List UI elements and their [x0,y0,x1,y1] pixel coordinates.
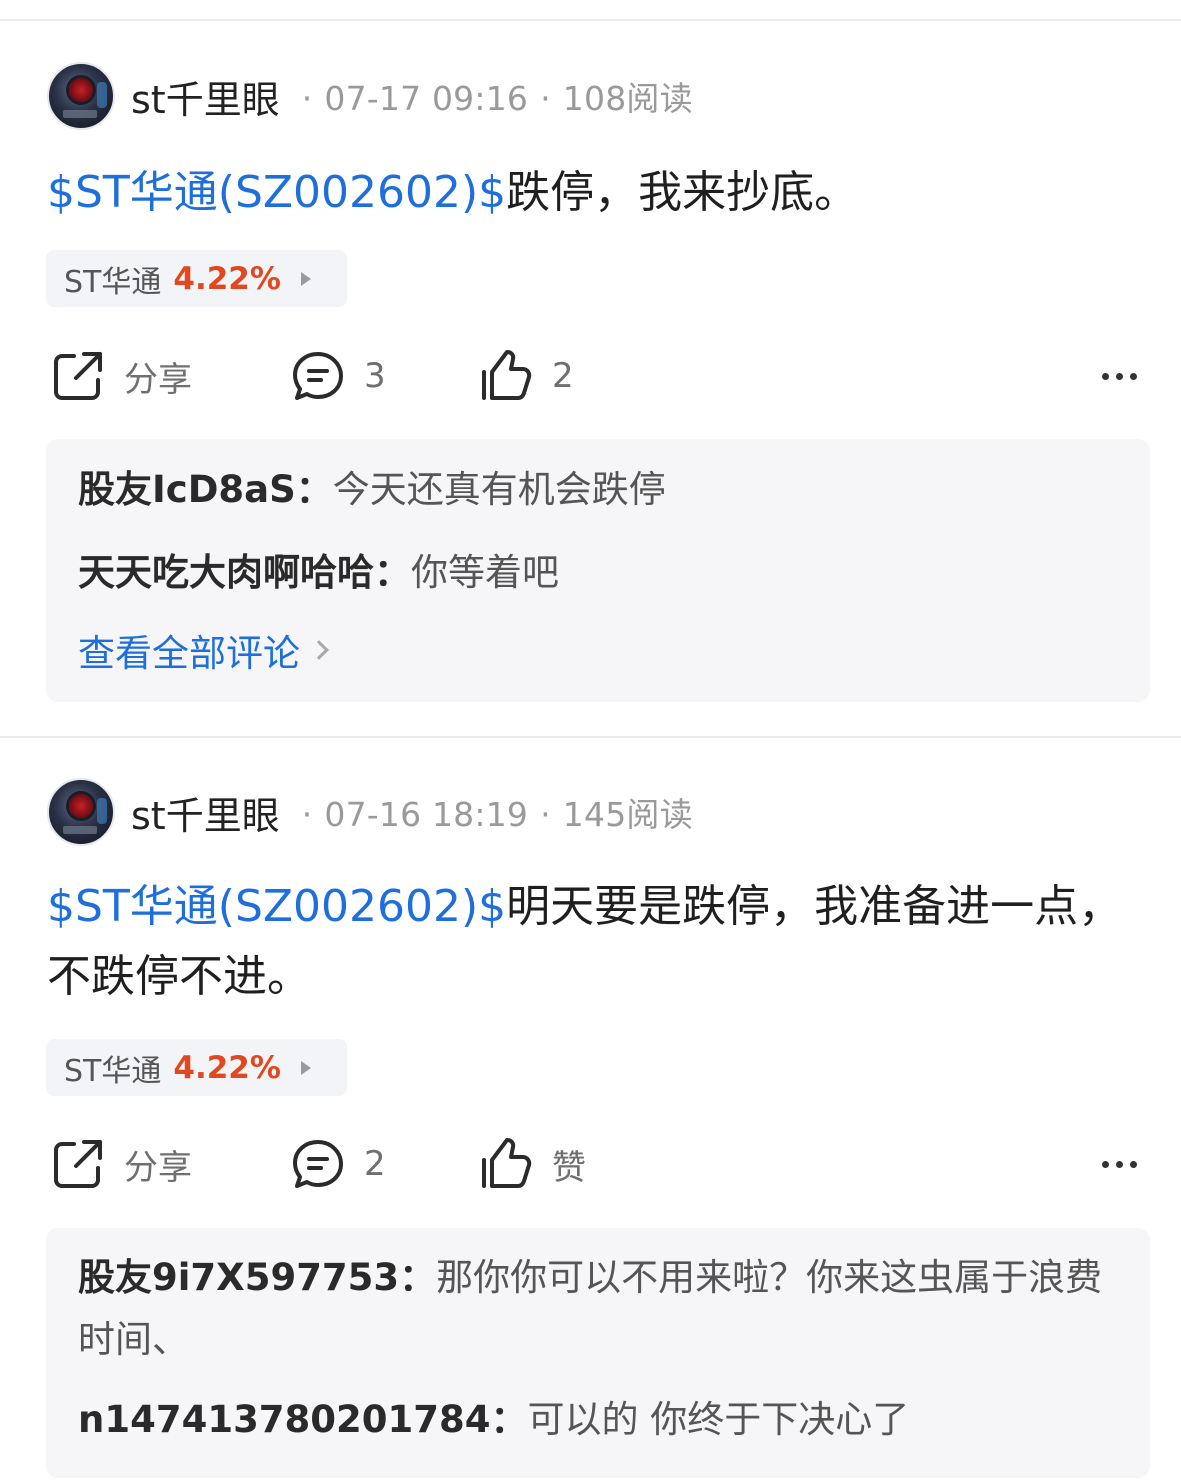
comment-user[interactable]: 股友9i7X597753 [78,1256,399,1299]
comment-count: 2 [364,1144,386,1184]
share-icon [54,352,102,400]
share-button[interactable]: 分享 [50,346,192,406]
avatar[interactable] [47,62,115,130]
post-time: 07-17 09:16 [324,79,529,118]
comment-text: 可以的 你终于下决心了 [527,1398,910,1441]
view-all-comments-link[interactable]: 查看全部评论 [78,623,1118,677]
author-name[interactable]: st千里眼 [131,69,280,124]
share-icon [54,1140,102,1188]
stock-chip[interactable]: ST华通 4.22% [46,1039,347,1096]
comment-button[interactable]: 2 [290,1134,386,1194]
author-name[interactable]: st千里眼 [131,785,280,840]
comment-item: 股友IcD8aS：今天还真有机会跌停 [78,468,666,511]
post-divider [0,736,1181,738]
comment-item: 天天吃大肉啊哈哈：你等着吧 [78,551,559,594]
like-icon [482,1138,532,1188]
comment-item: n147413780201784：可以的 你终于下决心了 [78,1398,910,1441]
post-text: 跌停，我来抄底。 [506,167,859,218]
stock-chip-change: 4.22% [173,1049,281,1086]
more-icon[interactable] [1102,346,1137,406]
comment-item: 股友9i7X597753：那你你可以不用来啦？你来这虫属于浪费时间、 [78,1256,1103,1361]
like-icon [482,350,532,400]
caret-right-icon [300,271,311,286]
share-label: 分享 [124,359,192,400]
post-header: st千里眼 · 07-16 18:19 · 145阅读 [47,776,693,848]
comment-user[interactable]: 股友IcD8aS [78,468,296,511]
stock-link[interactable]: $ST华通(SZ002602)$ [47,881,506,932]
action-bar: 分享 3 2 [0,346,1181,406]
chevron-right-icon [309,640,329,660]
comment-text: 今天还真有机会跌停 [332,468,666,511]
comment-preview[interactable]: 股友9i7X597753：那你你可以不用来啦？你来这虫属于浪费时间、 n1474… [46,1228,1150,1478]
stock-chip-change: 4.22% [173,260,281,297]
post-time: 07-16 18:19 [324,795,529,834]
comment-count: 3 [364,356,386,396]
share-button[interactable]: 分享 [50,1134,192,1194]
stock-link[interactable]: $ST华通(SZ002602)$ [47,167,506,218]
post-meta: · 07-17 09:16 · 108阅读 [301,79,693,118]
post-header: st千里眼 · 07-17 09:16 · 108阅读 [47,60,693,132]
comment-user[interactable]: 天天吃大肉啊哈哈 [78,551,374,594]
like-count: 2 [552,356,574,396]
comment-icon [293,1140,343,1188]
view-all-label: 查看全部评论 [78,632,300,675]
read-count: 145阅读 [562,795,693,834]
avatar[interactable] [47,778,115,846]
caret-right-icon [300,1060,311,1075]
post-content: $ST华通(SZ002602)$明天要是跌停，我准备进一点，不跌停不进。 [47,872,1137,1012]
stock-chip[interactable]: ST华通 4.22% [46,250,347,307]
comment-preview[interactable]: 股友IcD8aS：今天还真有机会跌停 天天吃大肉啊哈哈：你等着吧 查看全部评论 [46,439,1150,702]
share-label: 分享 [124,1147,192,1188]
comment-user[interactable]: n147413780201784 [78,1398,491,1441]
post-meta: · 07-16 18:19 · 145阅读 [301,795,693,834]
comment-button[interactable]: 3 [290,346,386,406]
post-content: $ST华通(SZ002602)$跌停，我来抄底。 [47,158,1137,228]
like-button[interactable]: 2 [478,346,574,406]
action-bar: 分享 2 赞 [0,1134,1181,1194]
stock-chip-name: ST华通 [64,1053,162,1089]
like-button[interactable]: 赞 [478,1134,586,1194]
like-label: 赞 [552,1147,586,1188]
stock-chip-name: ST华通 [64,264,162,300]
top-divider [0,19,1181,21]
read-count: 108阅读 [562,79,693,118]
comment-text: 你等着吧 [411,551,559,594]
more-icon[interactable] [1102,1134,1137,1194]
comment-icon [293,352,343,400]
